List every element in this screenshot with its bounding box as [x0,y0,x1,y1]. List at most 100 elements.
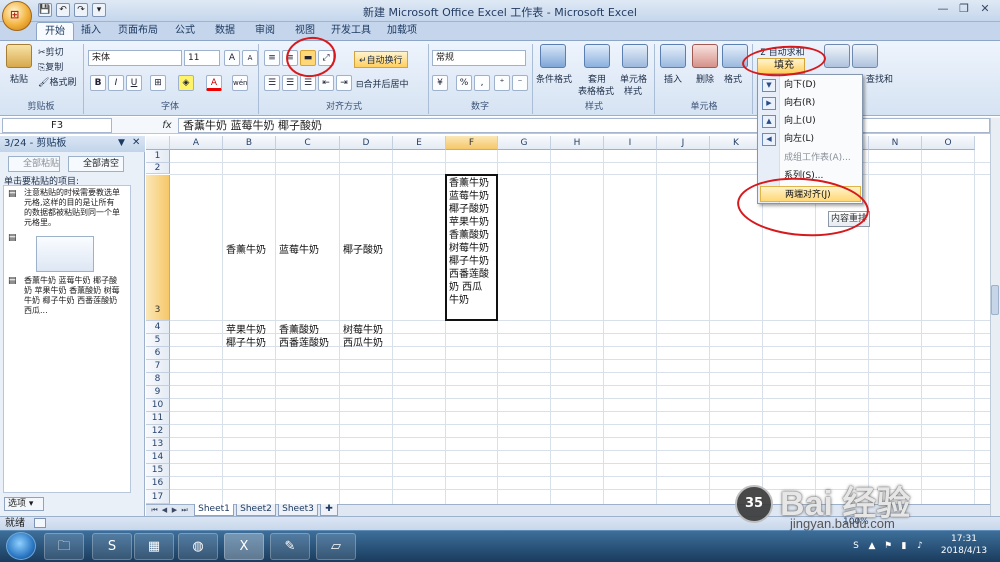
column-header[interactable]: I [604,136,657,150]
tab-developer[interactable]: 开发工具 [326,22,376,40]
sort-filter-icon[interactable] [824,44,850,68]
tab-review[interactable]: 审阅 [250,22,280,40]
tab-page-layout[interactable]: 页面布局 [112,22,164,40]
app-s-icon[interactable]: S [92,533,132,560]
cell-c3[interactable]: 蓝莓牛奶 [279,241,319,256]
row-header[interactable]: 12 [146,425,170,438]
column-header[interactable]: A [170,136,223,150]
increase-indent-button[interactable]: ⇥ [336,75,352,91]
window-icon[interactable]: ▱ [316,533,356,560]
cut-button[interactable]: ✂剪切 [38,45,64,58]
underline-button[interactable]: U [126,75,142,91]
insert-cells-button[interactable]: 插入 [664,72,682,85]
align-left-button[interactable]: ☰ [264,75,280,91]
row-header[interactable]: 4 [146,321,170,334]
sheet-tab-3[interactable]: Sheet3 [278,504,318,516]
sheet-tab-1[interactable]: Sheet1 [194,504,234,516]
bold-button[interactable]: B [90,75,106,91]
tab-insert[interactable]: 插入 [76,22,106,40]
conditional-format-icon[interactable] [540,44,566,68]
tab-addins[interactable]: 加载项 [382,22,422,40]
row-header[interactable]: 2 [146,163,170,174]
insert-cells-icon[interactable] [660,44,686,68]
first-sheet-icon[interactable]: ⏮ [150,505,159,515]
row-header[interactable]: 1 [146,150,170,163]
undo-icon[interactable]: ↶ [56,3,70,17]
column-header[interactable]: F [446,136,498,150]
fill-color-button[interactable]: ◈ [178,75,194,91]
column-header[interactable]: B [223,136,276,150]
options-button[interactable]: 选项 ▾ [4,497,44,511]
font-size-select[interactable]: 11 [184,50,220,66]
close-button[interactable]: ✕ [975,2,995,18]
tray-arrow-icon[interactable]: ▲ [866,540,878,552]
paste-icon[interactable] [6,44,32,68]
increase-decimal-button[interactable]: ⁺ [494,75,510,91]
column-header[interactable]: C [276,136,340,150]
folder-icon[interactable]: 🗀 [44,533,84,560]
tab-data[interactable]: 数据 [210,22,240,40]
network-icon[interactable]: ▮ [898,540,910,552]
grow-font-button[interactable]: A [224,50,240,66]
font-name-select[interactable]: 宋体 [88,50,182,66]
clipboard-item[interactable]: 注意粘贴的时候需要教选单元格,这样的目的是让所有的数据都被粘贴到同一个单元格里。 [24,188,120,228]
column-header[interactable]: K [710,136,763,150]
select-all-corner[interactable] [146,136,170,150]
row-header[interactable]: 11 [146,412,170,425]
office-button[interactable]: ⊞ [2,1,32,31]
row-header[interactable]: 3 [146,175,170,321]
table-format-icon[interactable] [584,44,610,68]
customize-qa-icon[interactable]: ▾ [92,3,106,17]
format-painter-button[interactable]: 🖌格式刷 [38,75,76,88]
shrink-font-button[interactable]: A [242,50,258,66]
insert-function-icon[interactable]: fx [158,118,176,133]
column-header[interactable]: N [869,136,922,150]
cell-d5[interactable]: 西瓜牛奶 [343,334,383,349]
column-header[interactable]: G [498,136,551,150]
currency-button[interactable]: ¥ [432,75,448,91]
start-button[interactable] [6,532,36,560]
wrap-text-button[interactable]: ↵自动换行 [354,51,408,68]
font-color-button[interactable]: A [206,75,222,91]
align-top-button[interactable]: ≡ [264,50,280,66]
clipboard-item[interactable] [36,236,94,272]
fill-across-sheets-item[interactable]: 成组工作表(A)... [780,150,860,166]
row-header[interactable]: 7 [146,360,170,373]
row-header[interactable]: 15 [146,464,170,477]
sheet-tab-2[interactable]: Sheet2 [236,504,276,516]
clipboard-item[interactable]: 香薰牛奶 蓝莓牛奶 椰子酸奶 苹果牛奶 香薰酸奶 树莓牛奶 椰子牛奶 西番莲酸奶… [24,276,120,316]
excel-icon[interactable]: X [224,533,264,560]
border-button[interactable]: ⊞ [150,75,166,91]
macro-record-icon[interactable] [34,518,46,528]
scrollbar-thumb[interactable] [991,285,999,315]
fill-up-item[interactable]: 向上(U) [780,113,860,129]
paint-icon[interactable]: ✎ [270,533,310,560]
restore-button[interactable]: ❐ [954,2,974,18]
formula-input[interactable]: 香薰牛奶 蓝莓牛奶 椰子酸奶 [178,118,990,133]
clear-all-button[interactable]: 全部清空 [68,156,124,172]
delete-cells-icon[interactable] [692,44,718,68]
last-sheet-icon[interactable]: ⏭ [180,505,189,515]
clock[interactable]: 17:31 2018/4/13 [936,533,992,557]
flag-icon[interactable]: ⚑ [882,540,894,552]
vertical-scrollbar[interactable] [990,118,1000,516]
cell-b5[interactable]: 椰子牛奶 [226,334,266,349]
paste-all-button[interactable]: 全部粘贴 [8,156,60,172]
cell-d3[interactable]: 椰子酸奶 [343,241,383,256]
delete-cells-button[interactable]: 删除 [696,72,714,85]
row-header[interactable]: 9 [146,386,170,399]
tab-formulas[interactable]: 公式 [170,22,200,40]
row-header[interactable]: 17 [146,490,170,504]
paste-button[interactable]: 粘贴 [10,72,28,85]
column-header[interactable]: D [340,136,393,150]
cell-c5[interactable]: 西番莲酸奶 [279,334,329,349]
row-header[interactable]: 6 [146,347,170,360]
prev-sheet-icon[interactable]: ◀ [160,505,169,515]
percent-button[interactable]: % [456,75,472,91]
ime-icon[interactable]: S [850,540,862,552]
phonetic-button[interactable]: wén [232,75,248,91]
tab-home[interactable]: 开始 [36,22,74,40]
row-header[interactable]: 8 [146,373,170,386]
cell-style-icon[interactable] [622,44,648,68]
row-header[interactable]: 10 [146,399,170,412]
